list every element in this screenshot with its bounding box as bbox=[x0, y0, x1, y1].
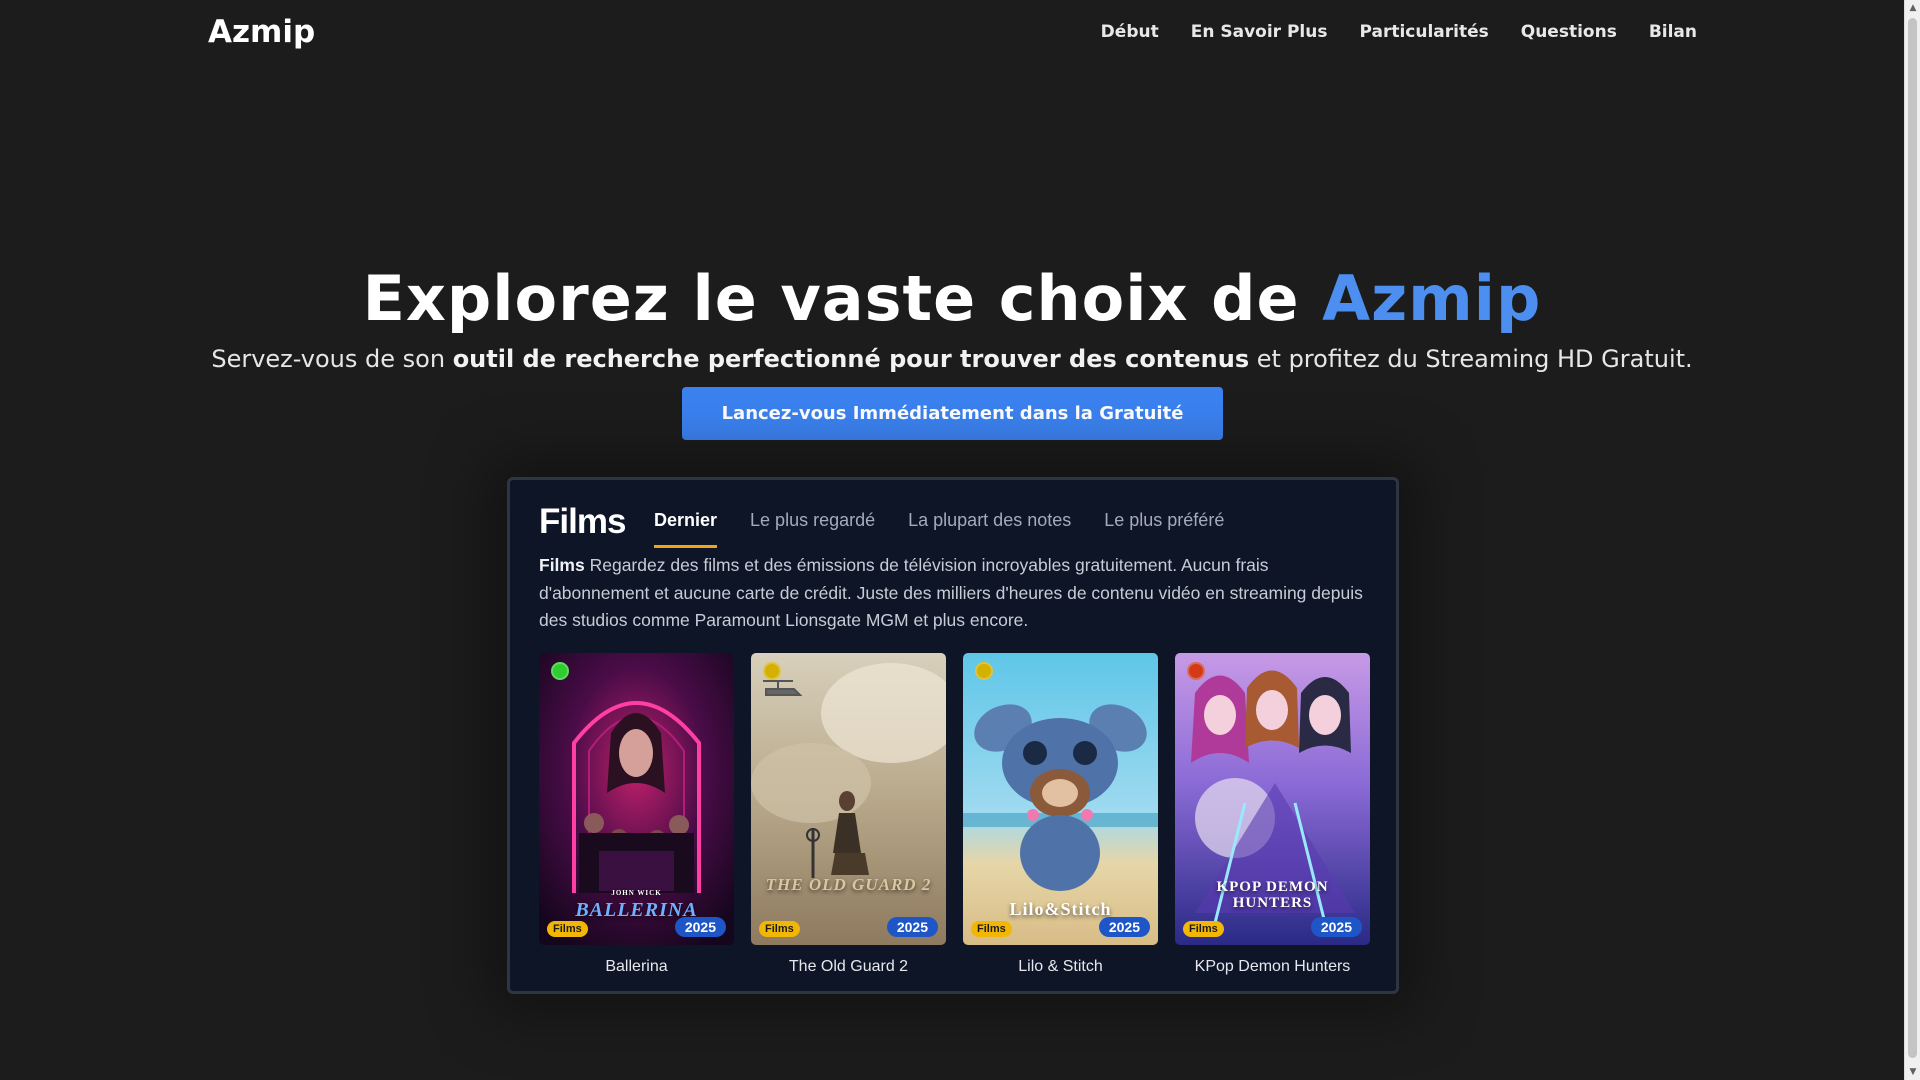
movie-poster: THE OLD GUARD 2 Films 2025 bbox=[751, 653, 946, 945]
movie-poster: KPOP DEMON HUNTERS Films 2025 bbox=[1175, 653, 1370, 945]
movie-title: The Old Guard 2 bbox=[788, 958, 909, 975]
preview-tabs: Dernier Le plus regardé La plupart des n… bbox=[654, 510, 1224, 548]
year-badge: 2025 bbox=[886, 917, 938, 937]
status-dot bbox=[551, 662, 569, 680]
poster-title-text: THE OLD GUARD 2 bbox=[765, 875, 932, 894]
movie-card[interactable]: BALLERINA JOHN WICK Films 2025 Ballerina bbox=[539, 653, 734, 976]
nav-links: Début En Savoir Plus Particularités Ques… bbox=[1101, 22, 1697, 42]
movie-title: Ballerina bbox=[605, 958, 668, 975]
movie-poster: Lilo&Stitch Films 2025 bbox=[963, 653, 1158, 945]
type-badge: Films bbox=[971, 921, 1012, 937]
scroll-down-arrow-icon[interactable]: ▼ bbox=[1905, 1064, 1920, 1080]
type-badge: Films bbox=[759, 921, 800, 937]
movie-card[interactable]: THE OLD GUARD 2 Films 2025 The Old Guard… bbox=[751, 653, 946, 976]
cta-button[interactable]: Lancez-vous Immédiatement dans la Gratui… bbox=[682, 387, 1223, 440]
logo[interactable]: Azmip bbox=[208, 14, 315, 50]
nav-link-debut[interactable]: Début bbox=[1101, 22, 1159, 42]
hero-subtitle-end: et profitez du Streaming HD Gratuit. bbox=[1256, 345, 1693, 373]
type-badge: Films bbox=[547, 921, 588, 937]
year-badge: 2025 bbox=[1098, 917, 1150, 937]
movie-title: KPop Demon Hunters bbox=[1194, 958, 1351, 975]
status-dot bbox=[763, 662, 781, 680]
tab-la-plupart-des-notes[interactable]: La plupart des notes bbox=[908, 510, 1071, 548]
scroll-up-arrow-icon[interactable]: ▲ bbox=[1905, 0, 1920, 16]
nav-link-particularites[interactable]: Particularités bbox=[1359, 22, 1488, 42]
tab-le-plus-prefere[interactable]: Le plus préféré bbox=[1104, 510, 1224, 548]
tab-dernier[interactable]: Dernier bbox=[654, 510, 718, 548]
movie-poster: BALLERINA JOHN WICK Films 2025 bbox=[539, 653, 734, 945]
movie-card[interactable]: KPOP DEMON HUNTERS Films 2025 KPop Demon… bbox=[1175, 653, 1370, 976]
type-badge: Films bbox=[1183, 921, 1224, 937]
hero-title-accent: Azmip bbox=[1322, 262, 1542, 335]
top-nav: Azmip Début En Savoir Plus Particularité… bbox=[0, 0, 1904, 66]
nav-link-questions[interactable]: Questions bbox=[1521, 22, 1617, 42]
poster-top-text: JOHN WICK bbox=[611, 889, 662, 897]
preview-heading: Films bbox=[539, 502, 626, 541]
preview-description-bold: Films bbox=[539, 555, 585, 575]
films-preview: Films Dernier Le plus regardé La plupart… bbox=[507, 477, 1399, 994]
year-badge: 2025 bbox=[674, 917, 726, 937]
preview-description-text: Regardez des films et des émissions de t… bbox=[539, 555, 1363, 630]
hero-subtitle-start: Servez-vous de son bbox=[211, 345, 446, 373]
status-dot bbox=[975, 662, 993, 680]
hero-subtitle: Servez-vous de son outil de recherche pe… bbox=[0, 345, 1904, 373]
hero-title-prefix: Explorez le vaste choix de bbox=[362, 262, 1300, 335]
scroll-thumb[interactable] bbox=[1908, 18, 1917, 1058]
year-badge: 2025 bbox=[1310, 917, 1362, 937]
nav-link-bilan[interactable]: Bilan bbox=[1649, 22, 1697, 42]
nav-link-en-savoir-plus[interactable]: En Savoir Plus bbox=[1191, 22, 1328, 42]
vertical-scrollbar[interactable]: ▲ ▼ bbox=[1904, 0, 1920, 1080]
tab-le-plus-regarde[interactable]: Le plus regardé bbox=[750, 510, 875, 548]
hero-subtitle-bold: outil de recherche perfectionné pour tro… bbox=[452, 345, 1250, 373]
status-dot bbox=[1187, 662, 1205, 680]
movie-title: Lilo & Stitch bbox=[1018, 958, 1103, 975]
poster-art bbox=[751, 653, 946, 945]
movie-card[interactable]: Lilo&Stitch Films 2025 Lilo & Stitch bbox=[963, 653, 1158, 976]
hero-title: Explorez le vaste choix de Azmip bbox=[0, 262, 1904, 335]
poster-title-text: KPOP DEMON HUNTERS bbox=[1216, 879, 1329, 911]
preview-description: Films Regardez des films et des émission… bbox=[539, 552, 1379, 635]
movie-cards: BALLERINA JOHN WICK Films 2025 Ballerina bbox=[539, 653, 1370, 976]
